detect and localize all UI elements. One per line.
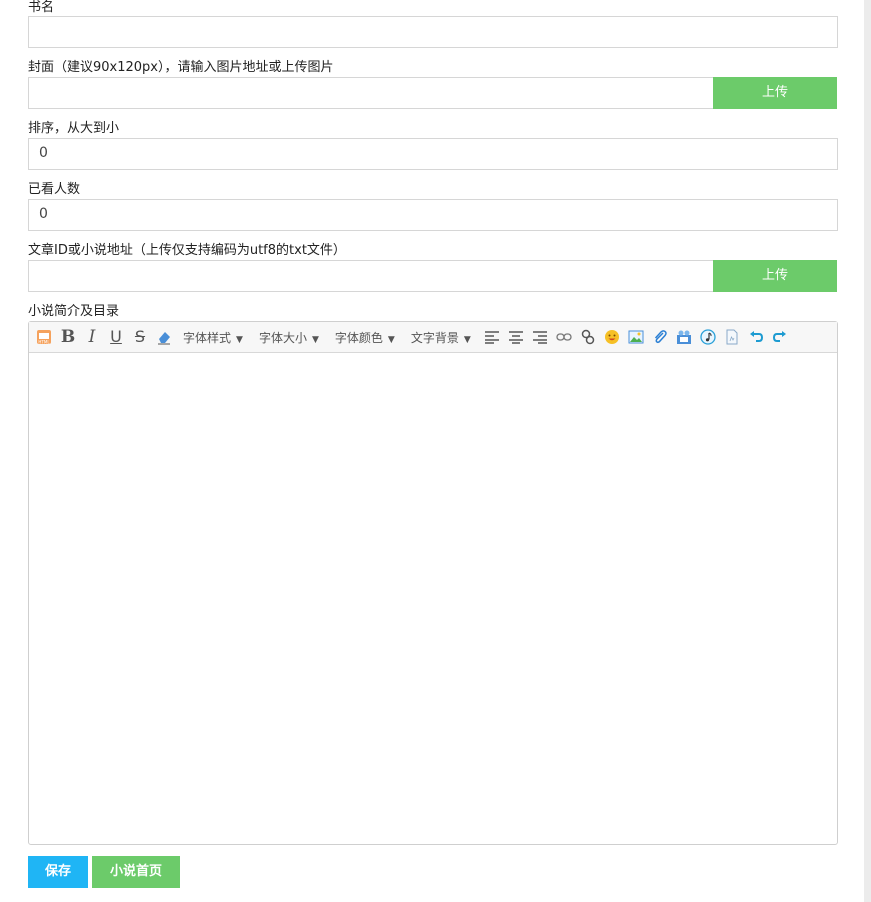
document-icon[interactable] — [723, 328, 741, 346]
cover-url-input[interactable] — [28, 77, 714, 109]
viewers-label: 已看人数 — [28, 182, 81, 197]
editor-content-area[interactable] — [29, 353, 837, 844]
article-label: 文章ID或小说地址（上传仅支持编码为utf8的txt文件） — [28, 243, 346, 258]
music-icon[interactable] — [699, 328, 717, 346]
html-source-icon[interactable]: HTML — [35, 328, 53, 346]
image-icon[interactable] — [627, 328, 645, 346]
article-input[interactable] — [28, 260, 714, 292]
eraser-icon[interactable] — [155, 328, 173, 346]
redo-icon[interactable] — [771, 328, 789, 346]
viewers-input[interactable]: 0 — [28, 199, 838, 231]
article-upload-button[interactable]: 上传 — [713, 260, 837, 292]
sort-label: 排序，从大到小 — [28, 121, 120, 136]
unlink-icon[interactable] — [579, 328, 597, 346]
cover-label: 封面（建议90x120px），请输入图片地址或上传图片 — [28, 60, 334, 75]
page-scrollbar[interactable] — [864, 0, 871, 902]
bold-icon[interactable]: B — [59, 328, 77, 346]
align-left-icon[interactable] — [483, 328, 501, 346]
underline-icon[interactable]: U — [107, 328, 125, 346]
book-name-input[interactable] — [28, 16, 838, 48]
intro-label: 小说简介及目录 — [28, 304, 120, 319]
svg-text:HTML: HTML — [38, 340, 50, 345]
align-center-icon[interactable] — [507, 328, 525, 346]
attachment-icon[interactable] — [651, 328, 669, 346]
align-right-icon[interactable] — [531, 328, 549, 346]
font-style-dropdown[interactable]: 字体样式 ▼ — [183, 329, 243, 346]
editor-toolbar: HTML B I U S 字体样式 ▼ 字体大小 ▼ 字体颜色 ▼ 文字背景 ▼ — [29, 322, 837, 353]
book-name-label: 书名 — [28, 0, 55, 15]
novel-home-button[interactable]: 小说首页 — [92, 856, 180, 888]
rich-text-editor: HTML B I U S 字体样式 ▼ 字体大小 ▼ 字体颜色 ▼ 文字背景 ▼ — [28, 321, 838, 845]
cover-upload-button[interactable]: 上传 — [713, 77, 837, 109]
font-color-dropdown[interactable]: 字体颜色 ▼ — [335, 329, 395, 346]
link-icon[interactable] — [555, 328, 573, 346]
sort-input[interactable]: 0 — [28, 138, 838, 170]
emoticon-icon[interactable] — [603, 328, 621, 346]
italic-icon[interactable]: I — [83, 328, 101, 346]
strikethrough-icon[interactable]: S — [131, 328, 149, 346]
font-size-dropdown[interactable]: 字体大小 ▼ — [259, 329, 319, 346]
save-button[interactable]: 保存 — [28, 856, 88, 888]
video-icon[interactable] — [675, 328, 693, 346]
undo-icon[interactable] — [747, 328, 765, 346]
text-background-dropdown[interactable]: 文字背景 ▼ — [411, 329, 471, 346]
